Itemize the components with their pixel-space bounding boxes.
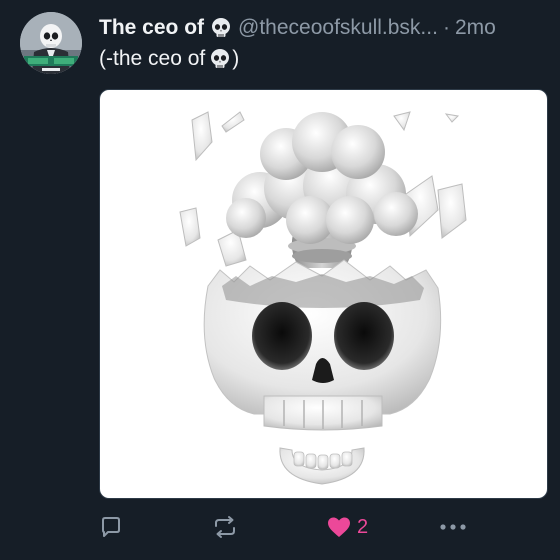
more-button[interactable] (439, 512, 467, 542)
post: The ceo of @theceoofskull.bsk... · 2mo (… (0, 0, 560, 560)
action-bar: 2 (99, 512, 479, 542)
skull-emoji-icon (211, 49, 230, 68)
post-text-close: ) (232, 47, 240, 70)
timestamp[interactable]: 2mo (455, 14, 496, 42)
exploding-skull-image (179, 111, 467, 485)
heart-icon (328, 517, 350, 537)
handle[interactable]: @theceoofskull.bsk... (238, 14, 438, 42)
like-count: 2 (357, 515, 369, 538)
repost-button[interactable] (212, 512, 238, 542)
repost-icon (215, 516, 235, 538)
post-text-body: (-the ceo of (99, 47, 206, 70)
more-icon (440, 524, 466, 530)
separator-dot: · (442, 16, 450, 39)
post-text: (-the ceo of ) (99, 44, 239, 74)
avatar-image (20, 12, 82, 74)
reply-icon (102, 517, 120, 537)
reply-button[interactable] (99, 512, 123, 542)
display-name[interactable]: The ceo of (99, 14, 204, 42)
like-button[interactable]: 2 (327, 512, 368, 542)
avatar[interactable] (20, 12, 82, 74)
skull-emoji-icon (212, 18, 231, 37)
post-header: The ceo of @theceoofskull.bsk... · 2mo (99, 14, 552, 42)
post-image[interactable] (99, 89, 548, 499)
